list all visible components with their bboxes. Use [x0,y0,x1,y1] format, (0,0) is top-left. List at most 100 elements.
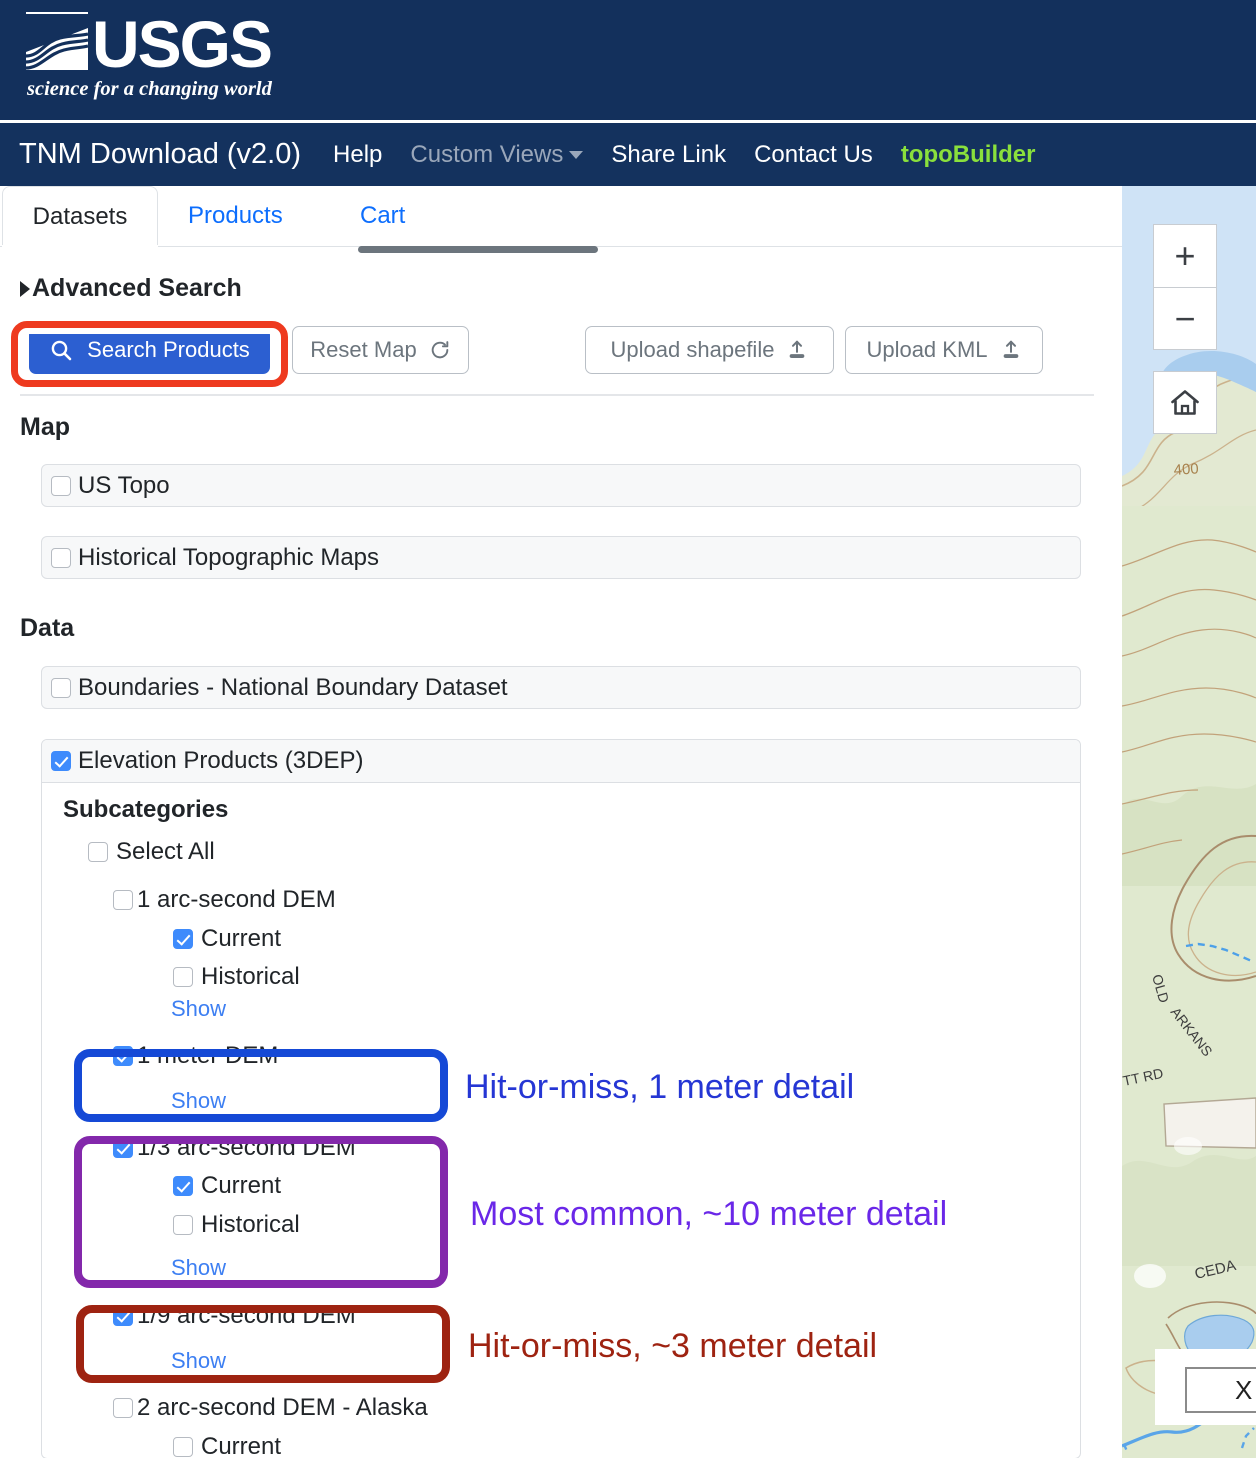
annotation-text-ninth-arc-second-dem: Hit-or-miss, ~3 meter detail [468,1327,878,1365]
home-button[interactable] [1153,371,1217,434]
section-title-map: Map [20,413,70,441]
dataset-label-us-topo: US Topo [78,471,170,499]
dataset-row-historical-topo-maps[interactable]: Historical Topographic Maps [41,536,1081,579]
label-1-arc-second-current: Current [201,925,282,952]
tab-active-mask [2,245,158,248]
label-1-arc-second-dem: 1 arc-second DEM [137,886,336,913]
horizontal-scrollbar[interactable] [358,246,598,253]
label-third-arc-second-historical: Historical [201,1211,300,1238]
label-ninth-arc-second-dem: 1/9 arc-second DEM [137,1302,356,1329]
nav-link-topobuilder[interactable]: topoBuilder [901,141,1036,169]
tab-products[interactable]: Products [166,186,305,246]
checkbox-third-arc-second-current[interactable] [173,1176,193,1196]
map-popup-panel: X [1155,1349,1256,1425]
subcategory-1-arc-second-current[interactable]: Current [173,925,281,953]
toolbar: Search Products Reset Map Upload shapefi… [0,326,1122,388]
home-icon [1171,389,1199,415]
tab-bar: Datasets Products Cart [0,186,1122,253]
nav-link-contact-us[interactable]: Contact Us [754,141,873,169]
reset-map-label: Reset Map [310,337,417,362]
map-panel[interactable]: 400 OLD ARKANS TT RD CEDA + − X [1122,186,1256,1458]
app-title: TNM Download (v2.0) [19,138,302,170]
checkbox-2-arc-second-dem-alaska[interactable] [113,1398,133,1418]
label-third-arc-second-dem: 1/3 arc-second DEM [137,1134,356,1161]
subcategory-third-arc-second-dem[interactable]: 1/3 arc-second DEM [113,1134,356,1162]
show-link-1-arc-second-dem[interactable]: Show [171,996,226,1022]
checkbox-2-arc-second-current[interactable] [173,1437,193,1457]
search-icon [51,340,72,361]
refresh-icon [431,341,448,359]
show-link-third-arc-second-dem[interactable]: Show [171,1255,226,1281]
annotation-text-1-meter-dem: Hit-or-miss, 1 meter detail [465,1068,855,1106]
nav-link-help[interactable]: Help [333,141,382,169]
label-1-arc-second-historical: Historical [201,963,300,990]
checkbox-boundaries[interactable] [51,677,71,698]
tab-cart[interactable]: Cart [338,186,427,246]
subcategory-1-arc-second-historical[interactable]: Historical [173,963,300,991]
subcategory-ninth-arc-second-dem[interactable]: 1/9 arc-second DEM [113,1302,356,1330]
subcategory-2-arc-second-current[interactable]: Current [173,1433,281,1458]
checkbox-select-all[interactable] [88,842,108,862]
upload-shapefile-button[interactable]: Upload shapefile [585,326,834,374]
checkbox-1-arc-second-dem[interactable] [113,890,133,910]
subcategories-title: Subcategories [63,796,229,823]
usgs-logo[interactable]: USGS science for a changing world [26,8,296,108]
upload-kml-label: Upload KML [866,337,988,362]
dataset-label-historical-topo-maps: Historical Topographic Maps [78,543,380,571]
dataset-row-boundaries[interactable]: Boundaries - National Boundary Dataset [41,666,1081,709]
checkbox-1-meter-dem[interactable] [113,1046,133,1066]
tab-datasets[interactable]: Datasets [2,186,158,246]
label-select-all: Select All [116,838,215,865]
reset-map-button[interactable]: Reset Map [292,326,469,374]
checkbox-1-arc-second-current[interactable] [173,929,193,949]
upload-shapefile-label: Upload shapefile [610,337,775,362]
upload-icon [1003,340,1018,358]
usgs-wave-logo-icon [26,12,88,74]
nav-link-custom-views-label: Custom Views [410,140,564,168]
dataset-row-us-topo[interactable]: US Topo [41,464,1081,507]
usgs-wordmark: USGS [92,7,273,81]
datasets-panel: Datasets Products Cart Advanced Search S… [0,186,1122,1458]
subcategory-1-arc-second-dem[interactable]: 1 arc-second DEM [113,886,336,914]
search-products-label: Search Products [87,337,250,362]
checkbox-us-topo[interactable] [51,475,71,496]
upload-kml-button[interactable]: Upload KML [845,326,1043,374]
checkbox-historical-topo-maps[interactable] [51,547,71,568]
nav-link-share-link[interactable]: Share Link [611,141,726,169]
map-contour-label: 400 [1173,460,1199,479]
zoom-out-button[interactable]: − [1153,287,1217,350]
dataset-row-elevation-products[interactable]: Elevation Products (3DEP) [42,740,1080,783]
label-1-meter-dem: 1 meter DEM [137,1042,279,1069]
subcategory-2-arc-second-dem-alaska[interactable]: 2 arc-second DEM - Alaska [113,1394,428,1422]
nav-link-custom-views[interactable]: Custom Views [410,140,584,169]
subcategory-third-arc-second-historical[interactable]: Historical [173,1211,300,1239]
checkbox-third-arc-second-historical[interactable] [173,1215,193,1235]
triangle-right-icon [20,280,30,297]
advanced-search-toggle[interactable]: Advanced Search [20,274,242,303]
subcategory-third-arc-second-current[interactable]: Current [173,1172,281,1200]
toolbar-divider [20,394,1094,396]
section-title-data: Data [20,614,75,642]
label-2-arc-second-current: Current [201,1433,282,1458]
subcategory-1-meter-dem[interactable]: 1 meter DEM [113,1042,278,1070]
checkbox-1-arc-second-historical[interactable] [173,967,193,987]
usgs-tagline: science for a changing world [27,78,272,100]
advanced-search-label: Advanced Search [32,274,242,302]
checkbox-third-arc-second-dem[interactable] [113,1138,133,1158]
app-root: USGS science for a changing world TNM Do… [0,0,1256,1458]
chevron-down-icon [569,151,584,160]
checkbox-elevation-products[interactable] [51,751,71,771]
search-products-button[interactable]: Search Products [29,326,270,374]
show-link-1-meter-dem[interactable]: Show [171,1088,226,1114]
dataset-label-boundaries: Boundaries - National Boundary Dataset [78,673,508,701]
checkbox-ninth-arc-second-dem[interactable] [113,1306,133,1326]
navbar: TNM Download (v2.0) Help Custom Views Sh… [0,123,1256,186]
label-2-arc-second-dem-alaska: 2 arc-second DEM - Alaska [137,1394,428,1421]
usgs-header: USGS science for a changing world [0,0,1256,120]
zoom-in-button[interactable]: + [1153,224,1217,287]
subcategory-select-all[interactable]: Select All [88,838,215,866]
upload-icon [790,340,805,358]
annotation-text-third-arc-second-dem: Most common, ~10 meter detail [470,1195,948,1233]
map-popup-value-box[interactable]: X [1185,1367,1256,1413]
show-link-ninth-arc-second-dem[interactable]: Show [171,1348,226,1374]
